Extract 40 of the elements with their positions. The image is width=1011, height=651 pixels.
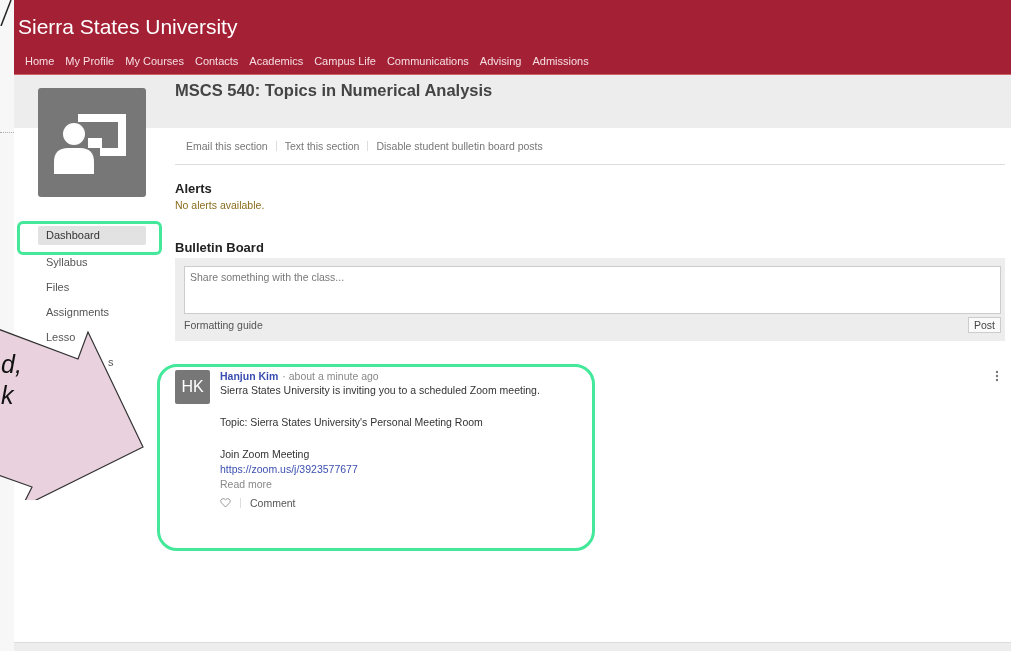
share-field[interactable]: Share something with the class... [184,266,1001,314]
avatar: HK [175,370,210,404]
heart-icon[interactable] [220,498,231,508]
read-more-link[interactable]: Read more [220,478,272,490]
callout-text: k [1,383,14,408]
post-text: Sierra States University is inviting you to a scheduled Zoom meeting. [220,384,540,396]
site-title[interactable]: Sierra States University [18,0,1011,43]
course-title: MSCS 540: Topics in Numerical Analysis [175,80,494,101]
comment-link[interactable]: Comment [240,498,296,508]
sidebar-item[interactable]: Assignments [46,306,109,319]
nav-link[interactable]: My Courses [125,55,184,67]
post-text: Join Zoom Meeting [220,448,310,460]
post-time: · about a minute ago [282,370,379,382]
author-link[interactable]: Hanjun Kim [220,370,279,382]
nav-link[interactable]: Academics [249,55,304,67]
section-action-link[interactable]: Text this section [275,141,368,151]
nav-link[interactable]: Campus Life [314,55,376,67]
sidebar-item[interactable]: s [108,356,114,369]
sidebar-item[interactable]: Syllabus [46,256,88,269]
nav-link[interactable]: Home [25,55,55,67]
sidebar-item[interactable]: Files [46,281,70,294]
nav-link[interactable]: Advising [479,55,522,67]
diagonal-line [0,0,12,26]
post-text: Topic: Sierra States University's Personal Meeting Room [220,416,483,428]
callout-text: d, [1,352,22,377]
nav-link[interactable]: Communications [386,55,469,67]
nav-link[interactable]: Admissions [532,55,589,67]
nav-link[interactable]: Contacts [194,55,239,67]
sidebar-item[interactable]: Lesso [46,331,76,344]
alerts-heading: Alerts [175,181,213,196]
more-options-icon[interactable] [995,370,999,382]
sidebar-item[interactable]: Dashboard [38,226,146,245]
bulletin-heading: Bulletin Board [175,240,265,255]
nav-link[interactable]: My Profile [65,55,115,67]
meeting-link[interactable]: https://zoom.us/j/3923577677 [220,463,358,475]
alert-message: No alerts available. [175,199,266,211]
section-action-link[interactable]: Email this section [186,141,276,151]
post-button[interactable]: Post [968,317,1001,333]
formatting-guide-link[interactable]: Formatting guide [184,319,263,331]
section-action-link[interactable]: Disable student bulletin board posts [367,141,551,151]
